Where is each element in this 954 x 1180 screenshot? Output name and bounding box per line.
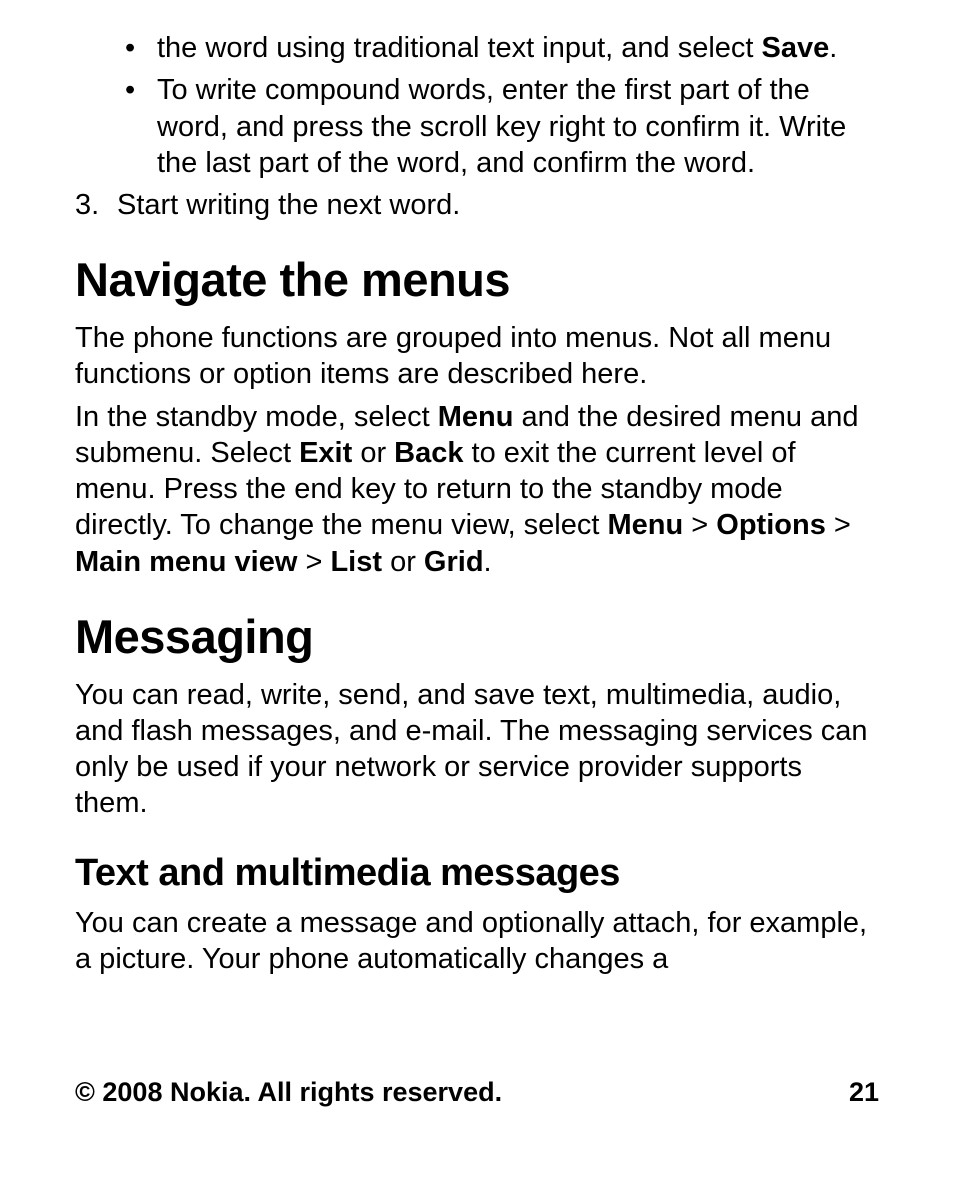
copyright-text: © 2008 Nokia. All rights reserved.: [75, 1077, 502, 1108]
numbered-step: 3. Start writing the next word.: [75, 187, 879, 223]
bold-text: Exit: [299, 437, 352, 469]
body-text: >: [683, 509, 716, 541]
heading-text-multimedia: Text and multimedia messages: [75, 850, 879, 898]
page-content: the word using traditional text input, a…: [75, 30, 879, 978]
body-text: To write compound words, enter the first…: [157, 74, 846, 179]
body-text: .: [829, 32, 837, 64]
body-text: Start writing the next word.: [117, 189, 460, 221]
body-text: In the standby mode, select: [75, 401, 438, 433]
heading-navigate-menus: Navigate the menus: [75, 251, 879, 310]
body-text: the word using traditional text input, a…: [157, 32, 762, 64]
bullet-item: the word using traditional text input, a…: [117, 30, 879, 66]
paragraph: In the standby mode, select Menu and the…: [75, 399, 879, 580]
bold-text: Options: [716, 509, 826, 541]
paragraph: You can read, write, send, and save text…: [75, 677, 879, 822]
body-text: You can create a message and optionally …: [75, 907, 867, 975]
bold-text: Back: [394, 437, 463, 469]
heading-messaging: Messaging: [75, 608, 879, 667]
bold-text: Grid: [424, 546, 484, 578]
bold-text: Menu: [608, 509, 684, 541]
step-number: 3.: [75, 187, 99, 223]
bold-text: List: [330, 546, 382, 578]
body-text: >: [297, 546, 330, 578]
paragraph: The phone functions are grouped into men…: [75, 320, 879, 393]
body-text: or: [382, 546, 424, 578]
bold-text: Main menu view: [75, 546, 297, 578]
body-text: or: [352, 437, 394, 469]
bold-text: Save: [762, 32, 830, 64]
bold-text: Menu: [438, 401, 514, 433]
page-footer: © 2008 Nokia. All rights reserved. 21: [75, 1077, 879, 1108]
paragraph: You can create a message and optionally …: [75, 905, 879, 978]
body-text: .: [484, 546, 492, 578]
body-text: The phone functions are grouped into men…: [75, 322, 831, 390]
bullet-item: To write compound words, enter the first…: [117, 72, 879, 181]
body-text: You can read, write, send, and save text…: [75, 679, 868, 820]
page-number: 21: [849, 1077, 879, 1108]
body-text: >: [826, 509, 851, 541]
